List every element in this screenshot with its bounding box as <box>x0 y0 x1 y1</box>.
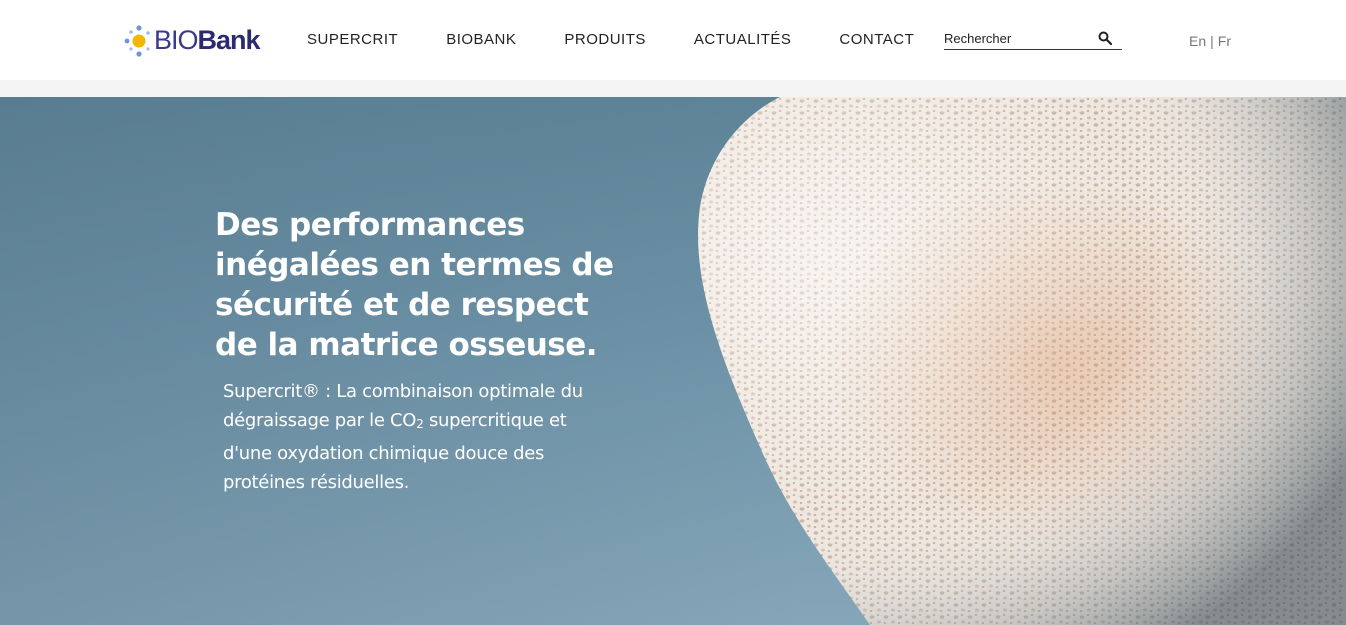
hero-subtitle: Supercrit® : La combinaison optimale du … <box>223 377 593 497</box>
hero-banner: Des performances inégalées en termes de … <box>0 97 1346 625</box>
search-box <box>944 28 1122 50</box>
logo-bank-text: Bank <box>197 24 261 55</box>
header-divider <box>0 80 1346 97</box>
lang-separator: | <box>1210 33 1214 49</box>
search-input[interactable] <box>944 28 1089 48</box>
search-icon[interactable] <box>1098 31 1112 45</box>
bone-sponge-image <box>698 97 1346 625</box>
hero-subtitle-subscript: 2 <box>416 417 424 431</box>
logo-dots-icon <box>124 25 150 57</box>
nav-item-actualites[interactable]: ACTUALITÉS <box>694 31 792 48</box>
logo-bio-text: BIO <box>154 24 199 55</box>
lang-fr-link[interactable]: Fr <box>1218 33 1231 49</box>
language-switcher: En | Fr <box>1189 33 1231 49</box>
main-nav: SUPERCRIT BIOBANK PRODUITS ACTUALITÉS CO… <box>307 31 962 48</box>
nav-item-biobank[interactable]: BIOBANK <box>446 31 516 48</box>
biobank-logo[interactable]: BIO Bank <box>122 20 261 60</box>
nav-item-produits[interactable]: PRODUITS <box>564 31 646 48</box>
lang-en-link[interactable]: En <box>1189 33 1206 49</box>
site-header: BIO Bank SUPERCRIT BIOBANK PRODUITS ACTUA… <box>0 0 1346 80</box>
nav-item-contact[interactable]: CONTACT <box>839 31 914 48</box>
hero-title: Des performances inégalées en termes de … <box>215 207 614 363</box>
nav-item-supercrit[interactable]: SUPERCRIT <box>307 31 398 48</box>
logo-wordmark: BIO Bank <box>154 24 261 56</box>
